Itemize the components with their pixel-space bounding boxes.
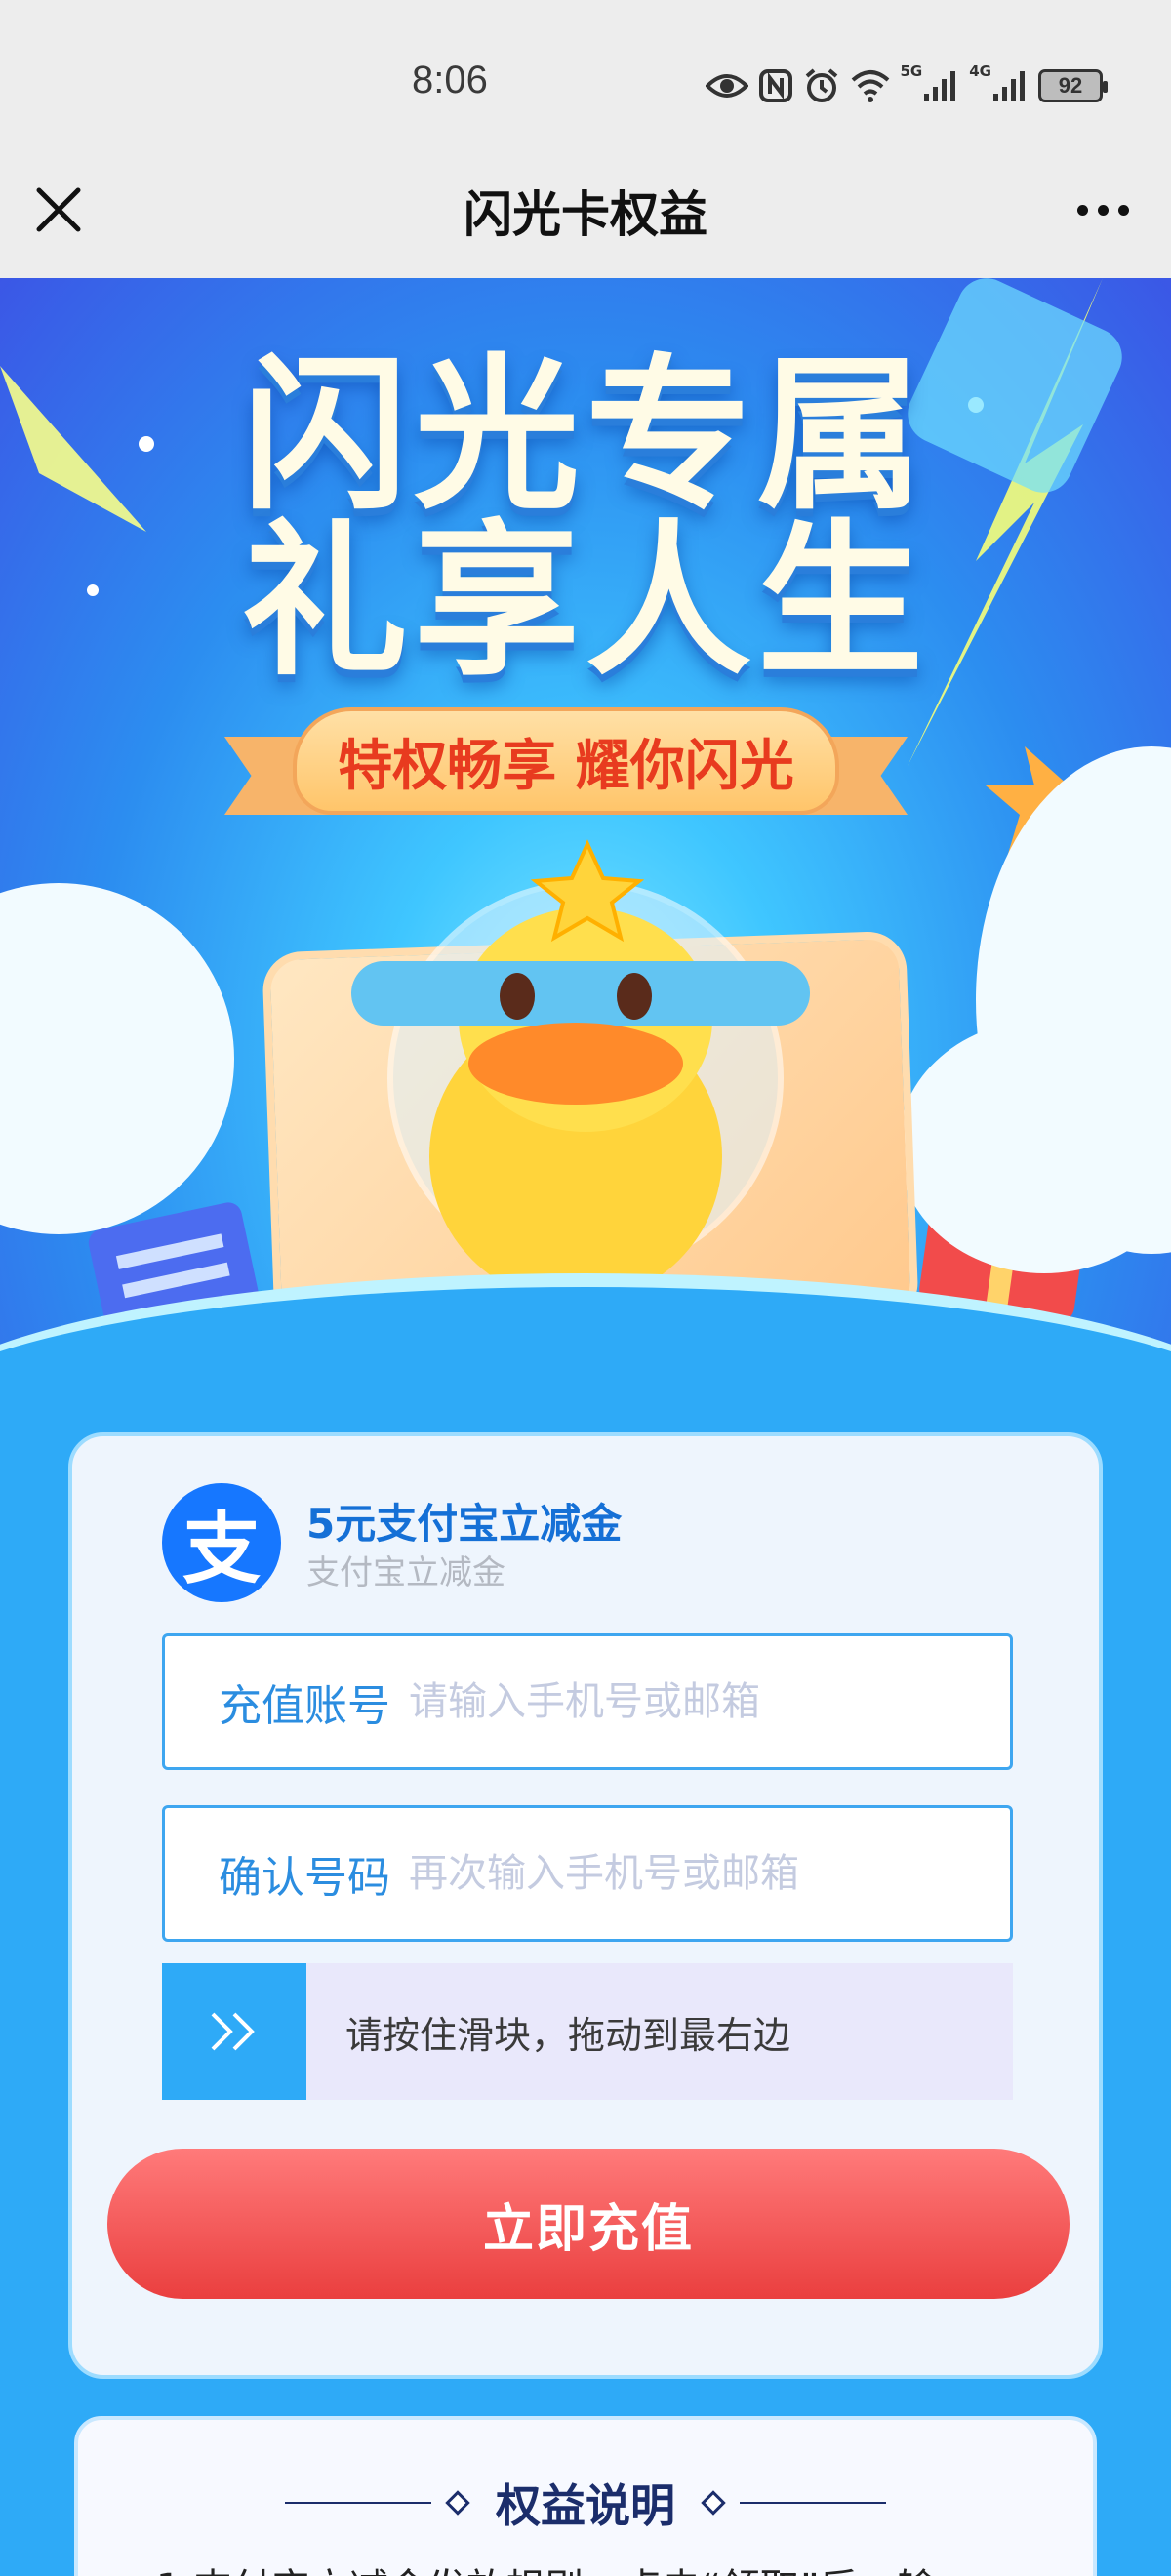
confirm-label: 确认号码 xyxy=(219,1853,390,1903)
battery-level: 92 xyxy=(1058,73,1083,98)
confirm-input[interactable] xyxy=(409,1851,1010,1896)
hero-title-line2: 礼享人生 xyxy=(241,505,929,699)
coupon-title: 5元支付宝立减金 xyxy=(306,1500,623,1548)
network-type-label: 4G xyxy=(969,62,991,80)
nav-bar: 闪光卡权益 xyxy=(0,137,1171,278)
more-dot xyxy=(1117,204,1129,216)
cloud xyxy=(898,1020,1171,1273)
signal-icon: 5G xyxy=(901,62,960,105)
hero-banner: 闪光专属 礼享人生 特权畅享 耀你闪光 xyxy=(0,278,1171,1400)
signal-icon: 4G xyxy=(969,62,1029,105)
diamond-icon xyxy=(701,2490,726,2516)
divider xyxy=(285,2502,431,2504)
alipay-logo-icon: 支 xyxy=(162,1483,281,1602)
status-time: 8:06 xyxy=(412,59,488,101)
account-input[interactable] xyxy=(409,1679,1010,1724)
hero-ribbon: 特权畅享 耀你闪光 xyxy=(293,707,839,815)
rules-header: 权益说明 xyxy=(78,2471,1093,2535)
coupon-subtitle: 支付宝立减金 xyxy=(306,1553,505,1592)
confirm-field: 确认号码 xyxy=(162,1805,1013,1942)
rules-text: 1.支付宝立减金发放规则：点击“领取”后，输 xyxy=(156,2556,937,2576)
more-icon[interactable] xyxy=(1064,195,1142,224)
alarm-icon xyxy=(803,66,840,105)
account-field: 充值账号 xyxy=(162,1633,1013,1770)
divider xyxy=(740,2502,886,2504)
ribbon-text: 特权畅享 耀你闪光 xyxy=(338,734,794,798)
duck-mascot xyxy=(351,839,810,1332)
nfc-icon xyxy=(758,66,793,105)
page-title: 闪光卡权益 xyxy=(464,186,707,243)
diamond-icon xyxy=(445,2490,470,2516)
wifi-icon xyxy=(850,66,891,105)
eye-icon xyxy=(705,66,748,105)
account-label: 充值账号 xyxy=(219,1681,390,1731)
hero-title-line1: 闪光专属 xyxy=(241,340,929,533)
slider-hint: 请按住滑块，拖动到最右边 xyxy=(345,2013,791,2057)
recharge-button[interactable]: 立即充值 xyxy=(107,2149,1070,2299)
status-icons: 5G 4G 92 xyxy=(705,62,1108,107)
rules-title: 权益说明 xyxy=(496,2479,675,2532)
slider-handle[interactable] xyxy=(162,1963,306,2100)
rules-section: 权益说明 1.支付宝立减金发放规则：点击“领取”后，输 xyxy=(74,2416,1097,2576)
slider-captcha: 请按住滑块，拖动到最右边 xyxy=(162,1963,1013,2100)
more-dot xyxy=(1076,204,1088,216)
more-dot xyxy=(1097,204,1109,216)
network-type-label: 5G xyxy=(900,62,923,80)
battery-icon: 92 xyxy=(1038,69,1108,102)
recharge-form-card: 支 5元支付宝立减金 支付宝立减金 充值账号 确认号码 请按住滑块，拖动到最右边… xyxy=(68,1432,1103,2379)
double-chevron-right-icon xyxy=(211,2012,255,2051)
